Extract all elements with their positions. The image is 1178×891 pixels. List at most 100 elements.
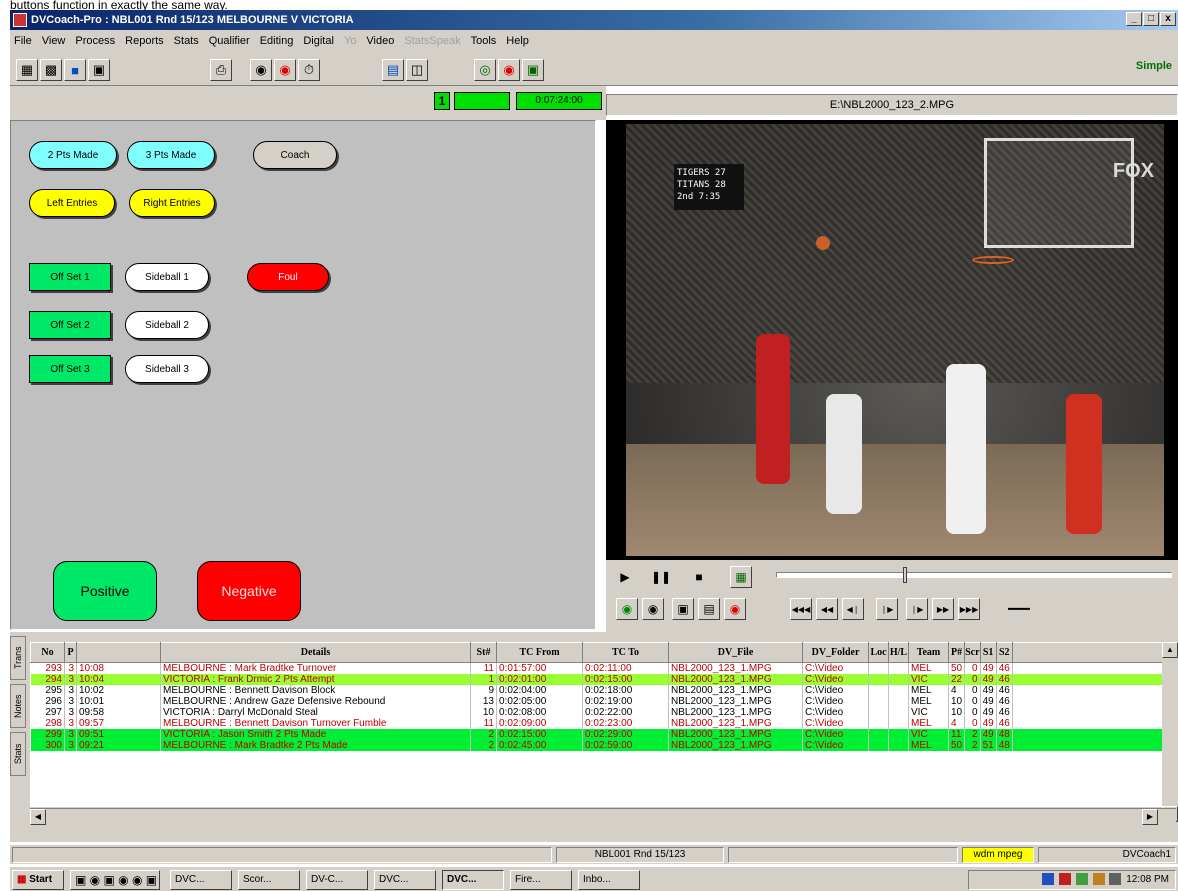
scroll-up-icon[interactable]: ▲: [1162, 642, 1178, 658]
clip-icon[interactable]: ▤: [698, 598, 720, 620]
maximize-button[interactable]: □: [1143, 12, 1159, 26]
column-header[interactable]: P: [64, 642, 77, 663]
task-button[interactable]: DVC...: [170, 870, 232, 890]
seek-slider[interactable]: [776, 567, 1172, 583]
three-pts-made-button[interactable]: 3 Pts Made: [127, 141, 215, 169]
scroll-right-icon[interactable]: ▶: [1142, 809, 1158, 825]
step-back-icon[interactable]: ◀❘: [842, 598, 864, 620]
mark-out-icon[interactable]: ◉: [642, 598, 664, 620]
timecode-slot[interactable]: 1: [434, 92, 450, 110]
quick-launch[interactable]: ▣ ◉ ▣ ◉ ◉ ▣: [70, 870, 160, 890]
volume-control[interactable]: ━━━: [998, 598, 1040, 620]
task-button[interactable]: DVC...: [374, 870, 436, 890]
stop-clip-icon[interactable]: ◉: [724, 598, 746, 620]
task-button[interactable]: Fire...: [510, 870, 572, 890]
menu-editing[interactable]: Editing: [260, 35, 294, 47]
mark-in-icon[interactable]: ◉: [616, 598, 638, 620]
rewind-icon[interactable]: ◀◀: [816, 598, 838, 620]
column-header[interactable]: No: [30, 642, 65, 663]
task-button[interactable]: Inbo...: [578, 870, 640, 890]
menu-help[interactable]: Help: [506, 35, 529, 47]
menu-video[interactable]: Video: [366, 35, 394, 47]
sideball-3-button[interactable]: Sideball 3: [125, 355, 209, 383]
step-forward-icon[interactable]: ❘▶: [906, 598, 928, 620]
skip-start-icon[interactable]: ◀◀◀: [790, 598, 812, 620]
column-header[interactable]: St#: [470, 642, 497, 663]
record-new-icon[interactable]: ◉: [250, 59, 272, 81]
menu-stats[interactable]: Stats: [174, 35, 199, 47]
column-header[interactable]: Details: [160, 642, 471, 663]
table-row[interactable]: 296 3 10:01 MELBOURNE : Andrew Gaze Defensi…: [30, 696, 1173, 707]
tab-notes[interactable]: Notes: [10, 684, 26, 728]
column-header[interactable]: Scr: [964, 642, 981, 663]
tool-document-icon[interactable]: ▣: [88, 59, 110, 81]
menu-reports[interactable]: Reports: [125, 35, 164, 47]
off-set-1-button[interactable]: Off Set 1: [29, 263, 111, 291]
fast-forward-icon[interactable]: ▶▶: [932, 598, 954, 620]
table-row[interactable]: 300 3 09:21 MELBOURNE : Mark Bradtke 2 Pts …: [30, 740, 1173, 751]
table-row[interactable]: 293 3 10:08 MELBOURNE : Mark Bradtke Turnov…: [30, 662, 1173, 674]
tray-antivirus-icon[interactable]: [1059, 873, 1072, 886]
table-row[interactable]: 297 3 09:58 VICTORIA : Darryl McDonald Stea…: [30, 707, 1173, 718]
tool-grid-icon[interactable]: ▩: [40, 59, 62, 81]
fullscreen-icon[interactable]: ▦: [730, 566, 752, 588]
mode-label[interactable]: Simple: [1136, 60, 1172, 72]
coach-button[interactable]: Coach: [253, 141, 337, 169]
tool-capture-icon[interactable]: ◎: [474, 59, 496, 81]
sideball-1-button[interactable]: Sideball 1: [125, 263, 209, 291]
skip-end-icon[interactable]: ▶▶▶: [958, 598, 980, 620]
task-button-active[interactable]: DVC...: [442, 870, 504, 890]
column-header[interactable]: S2: [995, 642, 1013, 663]
stop-icon[interactable]: ■: [688, 566, 710, 588]
left-entries-button[interactable]: Left Entries: [29, 189, 115, 217]
seek-thumb[interactable]: [903, 567, 907, 583]
menu-qualifier[interactable]: Qualifier: [209, 35, 250, 47]
column-header[interactable]: TC From: [496, 642, 583, 663]
menu-process[interactable]: Process: [75, 35, 115, 47]
horizontal-scrollbar[interactable]: ◀ ▶: [30, 808, 1176, 825]
task-button[interactable]: Scor...: [238, 870, 300, 890]
column-header[interactable]: Loc: [868, 642, 889, 663]
column-header[interactable]: TC To: [582, 642, 669, 663]
capture-frame-icon[interactable]: ▣: [672, 598, 694, 620]
tab-stats[interactable]: Stats: [10, 732, 26, 776]
tool-window-icon[interactable]: ▤: [382, 59, 404, 81]
print-icon[interactable]: ⎙: [210, 59, 232, 81]
table-row[interactable]: 298 3 09:57 MELBOURNE : Bennett Davison Tur…: [30, 718, 1173, 729]
pause-icon[interactable]: ❚❚: [650, 566, 672, 588]
off-set-3-button[interactable]: Off Set 3: [29, 355, 111, 383]
foul-button[interactable]: Foul: [247, 263, 329, 291]
tool-split-icon[interactable]: ◫: [406, 59, 428, 81]
column-header[interactable]: [76, 642, 161, 663]
sideball-2-button[interactable]: Sideball 2: [125, 311, 209, 339]
tool-monitor-icon[interactable]: ■: [64, 59, 86, 81]
close-button[interactable]: x: [1160, 12, 1176, 26]
tray-volume-icon[interactable]: [1092, 873, 1105, 886]
table-row[interactable]: 299 3 09:51 VICTORIA : Jason Smith 2 Pts Ma…: [30, 729, 1173, 740]
tab-trans[interactable]: Trans: [10, 636, 26, 680]
menu-file[interactable]: File: [14, 35, 32, 47]
menu-view[interactable]: View: [42, 35, 66, 47]
column-header[interactable]: H/L: [888, 642, 909, 663]
vertical-scrollbar[interactable]: ▲ ▼: [1162, 642, 1178, 822]
tray-app-icon[interactable]: [1075, 873, 1088, 886]
window-titlebar[interactable]: DVCoach-Pro : NBL001 Rnd 15/123 MELBOURN…: [10, 10, 1178, 30]
step-icon[interactable]: ❘▶: [876, 598, 898, 620]
minimize-button[interactable]: _: [1126, 12, 1142, 26]
off-set-2-button[interactable]: Off Set 2: [29, 311, 111, 339]
video-player[interactable]: TIGERS 27 TITANS 28 2nd 7:35 FOX: [606, 120, 1178, 560]
column-header[interactable]: DV_File: [668, 642, 803, 663]
column-header[interactable]: DV_Folder: [802, 642, 869, 663]
negative-button[interactable]: Negative: [197, 561, 301, 621]
right-entries-button[interactable]: Right Entries: [129, 189, 215, 217]
timer-icon[interactable]: ⏱: [298, 59, 320, 81]
column-header[interactable]: S1: [979, 642, 997, 663]
scroll-left-icon[interactable]: ◀: [30, 809, 46, 825]
clock[interactable]: 12:08 PM: [1126, 874, 1169, 885]
stop-record-icon[interactable]: ◉: [274, 59, 296, 81]
tool-stop-capture-icon[interactable]: ◉: [498, 59, 520, 81]
task-button[interactable]: DV-C...: [306, 870, 368, 890]
table-row[interactable]: 294 3 10:04 VICTORIA : Frank Drmic 2 Pts At…: [30, 674, 1173, 685]
table-row[interactable]: 295 3 10:02 MELBOURNE : Bennett Davison Blo…: [30, 685, 1173, 696]
column-header[interactable]: P#: [947, 642, 966, 663]
